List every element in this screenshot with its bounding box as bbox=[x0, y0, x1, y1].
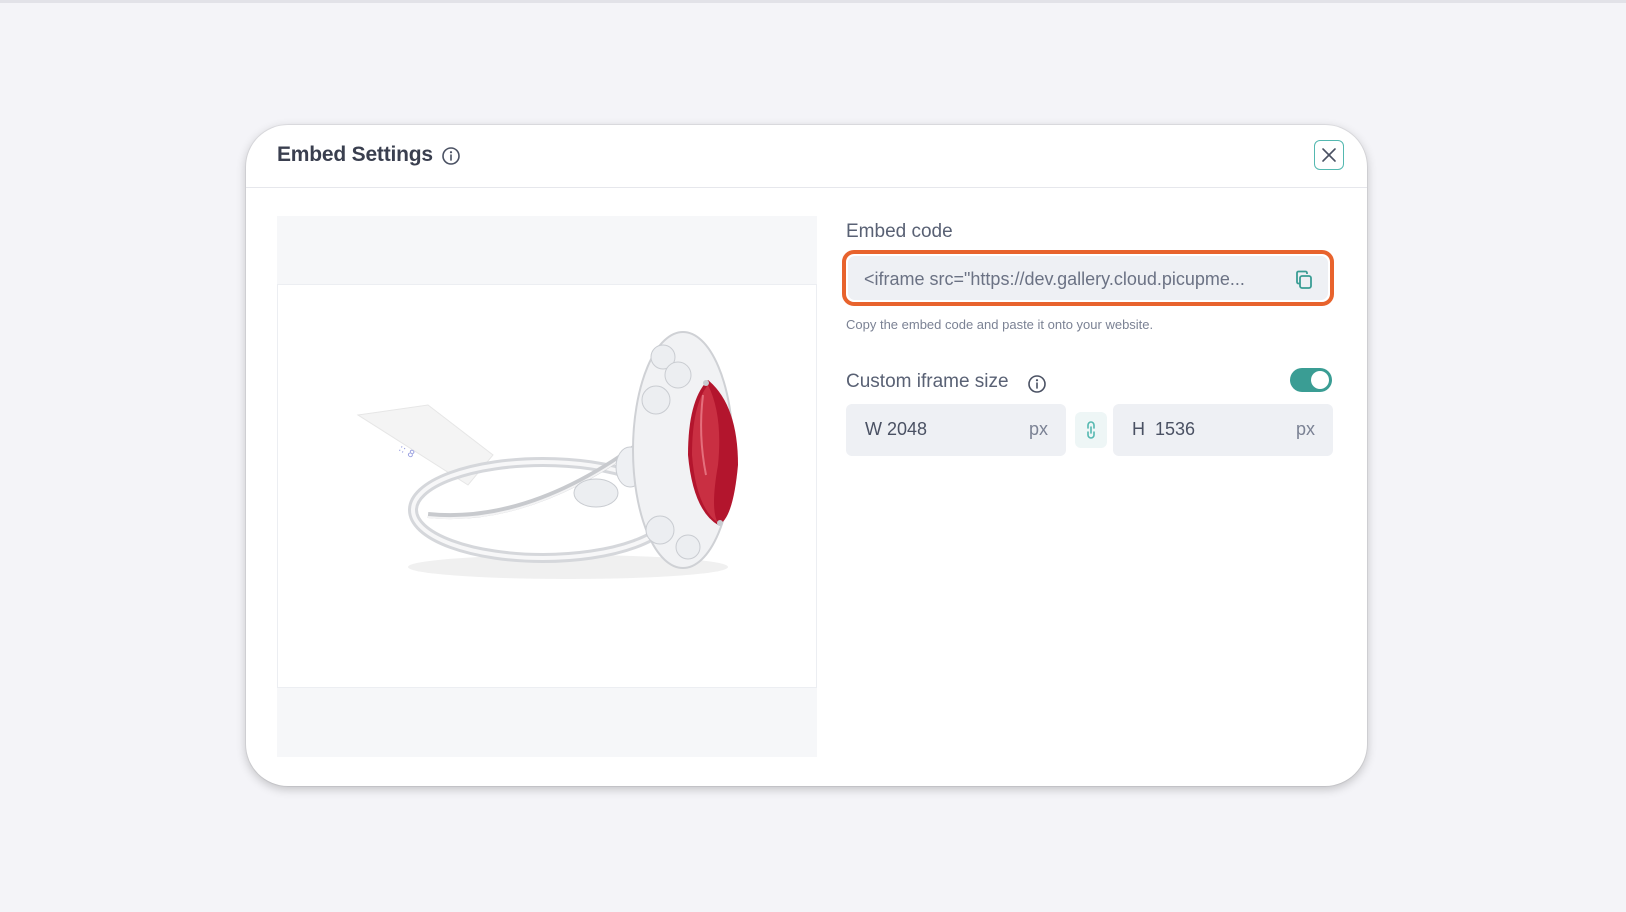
top-divider bbox=[0, 0, 1626, 3]
toggle-knob bbox=[1311, 371, 1329, 389]
page: Embed Settings:: 8 Embed code <iframe s… bbox=[0, 0, 1626, 912]
copy-button[interactable] bbox=[1292, 268, 1316, 292]
height-text: H 1536 bbox=[1132, 419, 1195, 440]
preview-image: :: 8 bbox=[277, 284, 817, 688]
modal-header: Embed Settings bbox=[246, 125, 1367, 188]
info-icon[interactable] bbox=[1027, 374, 1047, 394]
height-value: 1536 bbox=[1155, 419, 1196, 439]
embed-code-label: Embed code bbox=[846, 221, 953, 242]
copy-icon bbox=[1296, 270, 1312, 289]
width-prefix: W bbox=[865, 419, 882, 439]
height-prefix: H bbox=[1132, 419, 1145, 439]
embed-code-highlight: <iframe src="https://dev.gallery.cloud.p… bbox=[842, 250, 1334, 306]
height-unit: px bbox=[1295, 419, 1315, 439]
embed-code-value[interactable]: <iframe src="https://dev.gallery.cloud.p… bbox=[864, 269, 1274, 290]
height-input[interactable]: H 1536 px bbox=[1113, 404, 1333, 456]
embed-help-text: Copy the embed code and paste it onto yo… bbox=[846, 317, 1154, 332]
custom-size-label: Custom iframe size bbox=[846, 371, 1009, 392]
close-icon bbox=[1322, 148, 1336, 162]
width-input[interactable]: W 2048 px bbox=[846, 404, 1066, 456]
custom-size-toggle[interactable] bbox=[1290, 368, 1332, 392]
ring-image: :: 8 bbox=[356, 331, 738, 579]
width-text: W 2048 bbox=[865, 419, 927, 440]
embed-settings-modal: Embed Settings:: 8 Embed code <iframe s… bbox=[246, 125, 1367, 786]
aspect-lock-button[interactable] bbox=[1075, 412, 1107, 448]
image-preview-area: :: 8 bbox=[277, 216, 817, 757]
width-value: 2048 bbox=[887, 419, 928, 439]
close-button[interactable] bbox=[1314, 140, 1344, 170]
width-unit: px bbox=[1028, 419, 1048, 439]
info-icon[interactable] bbox=[441, 146, 461, 166]
link-icon bbox=[1087, 421, 1095, 439]
modal-title: Embed Settings bbox=[277, 143, 433, 166]
embed-code-field[interactable]: <iframe src="https://dev.gallery.cloud.p… bbox=[848, 256, 1328, 300]
